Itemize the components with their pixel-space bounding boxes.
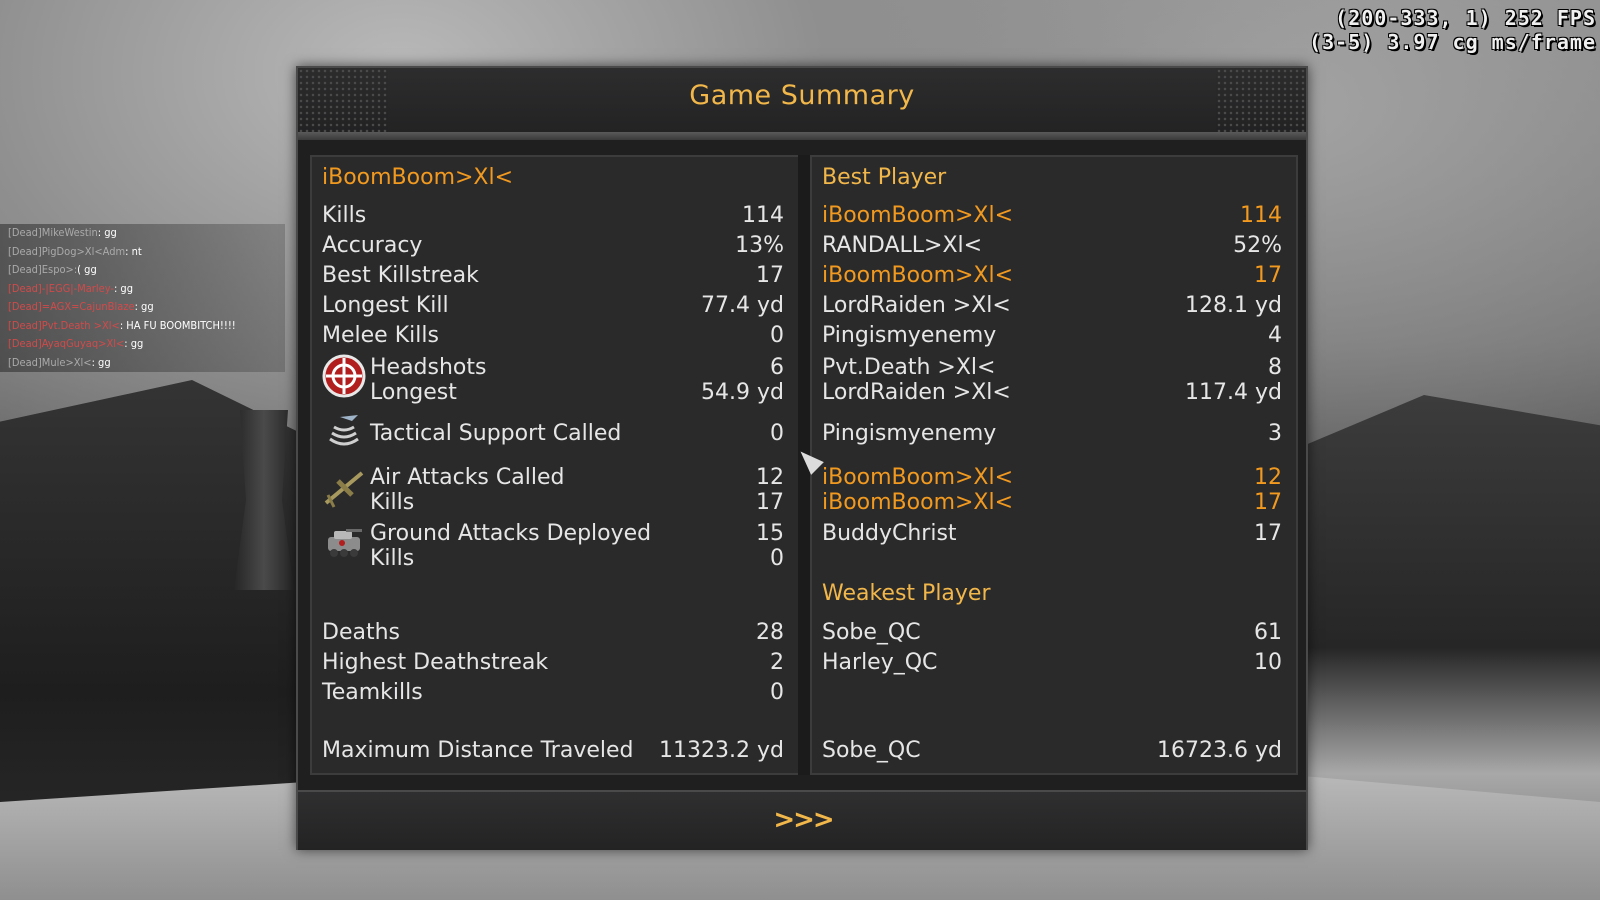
stat-headshots-longest: Longest 54.9 yd (370, 379, 784, 405)
best-player-header: Best Player (822, 165, 947, 190)
fps-line-1: (200-333, 1) 252 FPS (1335, 6, 1596, 30)
title-divider (298, 132, 1306, 140)
panel-title: Game Summary (689, 80, 915, 111)
fps-line-2: (3-5) 3.97 cg ms/frame (1309, 30, 1596, 54)
best-tactical-support: Pingismyenemy 3 (822, 420, 1282, 446)
best-headshots-longest: LordRaiden >Xl< 117.4 yd (822, 379, 1282, 405)
best-player-column: Best Player iBoomBoom>Xl< 114 RANDALL>Xl<… (810, 155, 1298, 775)
headshot-icon (322, 354, 366, 398)
fps-counter: (200-333, 1) 252 FPS (3-5) 3.97 cg ms/fr… (1309, 6, 1596, 54)
player-stats-column: iBoomBoom>Xl< Kills 114 Accuracy 13% Best … (310, 155, 800, 775)
stat-air-kills: Kills 17 (370, 489, 784, 515)
best-killstreak: iBoomBoom>Xl< 17 (822, 262, 1282, 288)
stat-accuracy: Accuracy 13% (322, 232, 784, 258)
weakest-deaths: Sobe_QC 61 (822, 619, 1282, 645)
weakest-player-header: Weakest Player (822, 581, 991, 606)
panel-footer: >>> (298, 790, 1306, 850)
stat-max-distance: Maximum Distance Traveled 11323.2 yd (322, 737, 784, 763)
stat-highest-deathstreak: Highest Deathstreak 2 (322, 649, 784, 675)
best-air-kills: iBoomBoom>Xl< 17 (822, 489, 1282, 515)
best-max-distance: Sobe_QC 16723.6 yd (822, 737, 1282, 763)
stat-ground-kills: Kills 0 (370, 545, 784, 571)
player-name: iBoomBoom>Xl< (322, 165, 514, 190)
stat-melee-kills: Melee Kills 0 (322, 322, 784, 348)
chat-line: [Dead]PigDog>Xl<Adm: nt (0, 242, 285, 261)
best-longest-kill: LordRaiden >Xl< 128.1 yd (822, 292, 1282, 318)
chat-line: [Dead]=AGX=CajunBlaze: gg (0, 298, 285, 317)
stat-teamkills: Teamkills 0 (322, 679, 784, 705)
chat-line: [Dead]Mule>Xl<: gg (0, 353, 285, 372)
stat-longest-kill: Longest Kill 77.4 yd (322, 292, 784, 318)
stat-kills: Kills 114 (322, 202, 784, 228)
best-melee-kills: Pingismyenemy 4 (822, 322, 1282, 348)
best-accuracy: RANDALL>Xl< 52% (822, 232, 1282, 258)
stat-deaths: Deaths 28 (322, 619, 784, 645)
best-ground-attacks: BuddyChrist 17 (822, 520, 1282, 546)
chat-line: [Dead]MikeWestin: gg (0, 224, 285, 243)
stat-best-killstreak: Best Killstreak 17 (322, 262, 784, 288)
chat-line: [Dead]-|EGG|-Marley-: gg (0, 279, 285, 298)
chat-line: [Dead]Pvt.Death >Xl<: HA FU BOOMBITCH!!!… (0, 316, 285, 335)
weakest-deathstreak: Harley_QC 10 (822, 649, 1282, 675)
best-kills: iBoomBoom>Xl< 114 (822, 202, 1282, 228)
ground-attack-icon (322, 519, 366, 563)
chat-line: [Dead]AyaqGuyaq>Xl<: gg (0, 335, 285, 354)
chat-log: [Dead]MikeWestin: gg [Dead]PigDog>Xl<Adm… (0, 224, 285, 372)
chat-line: [Dead]Espo>:( gg (0, 261, 285, 280)
next-button[interactable]: >>> (768, 802, 838, 838)
tactical-support-icon (322, 409, 366, 453)
stat-tactical-support: Tactical Support Called 0 (370, 420, 784, 446)
air-attack-icon (322, 465, 366, 509)
title-bar: Game Summary (298, 68, 1306, 132)
